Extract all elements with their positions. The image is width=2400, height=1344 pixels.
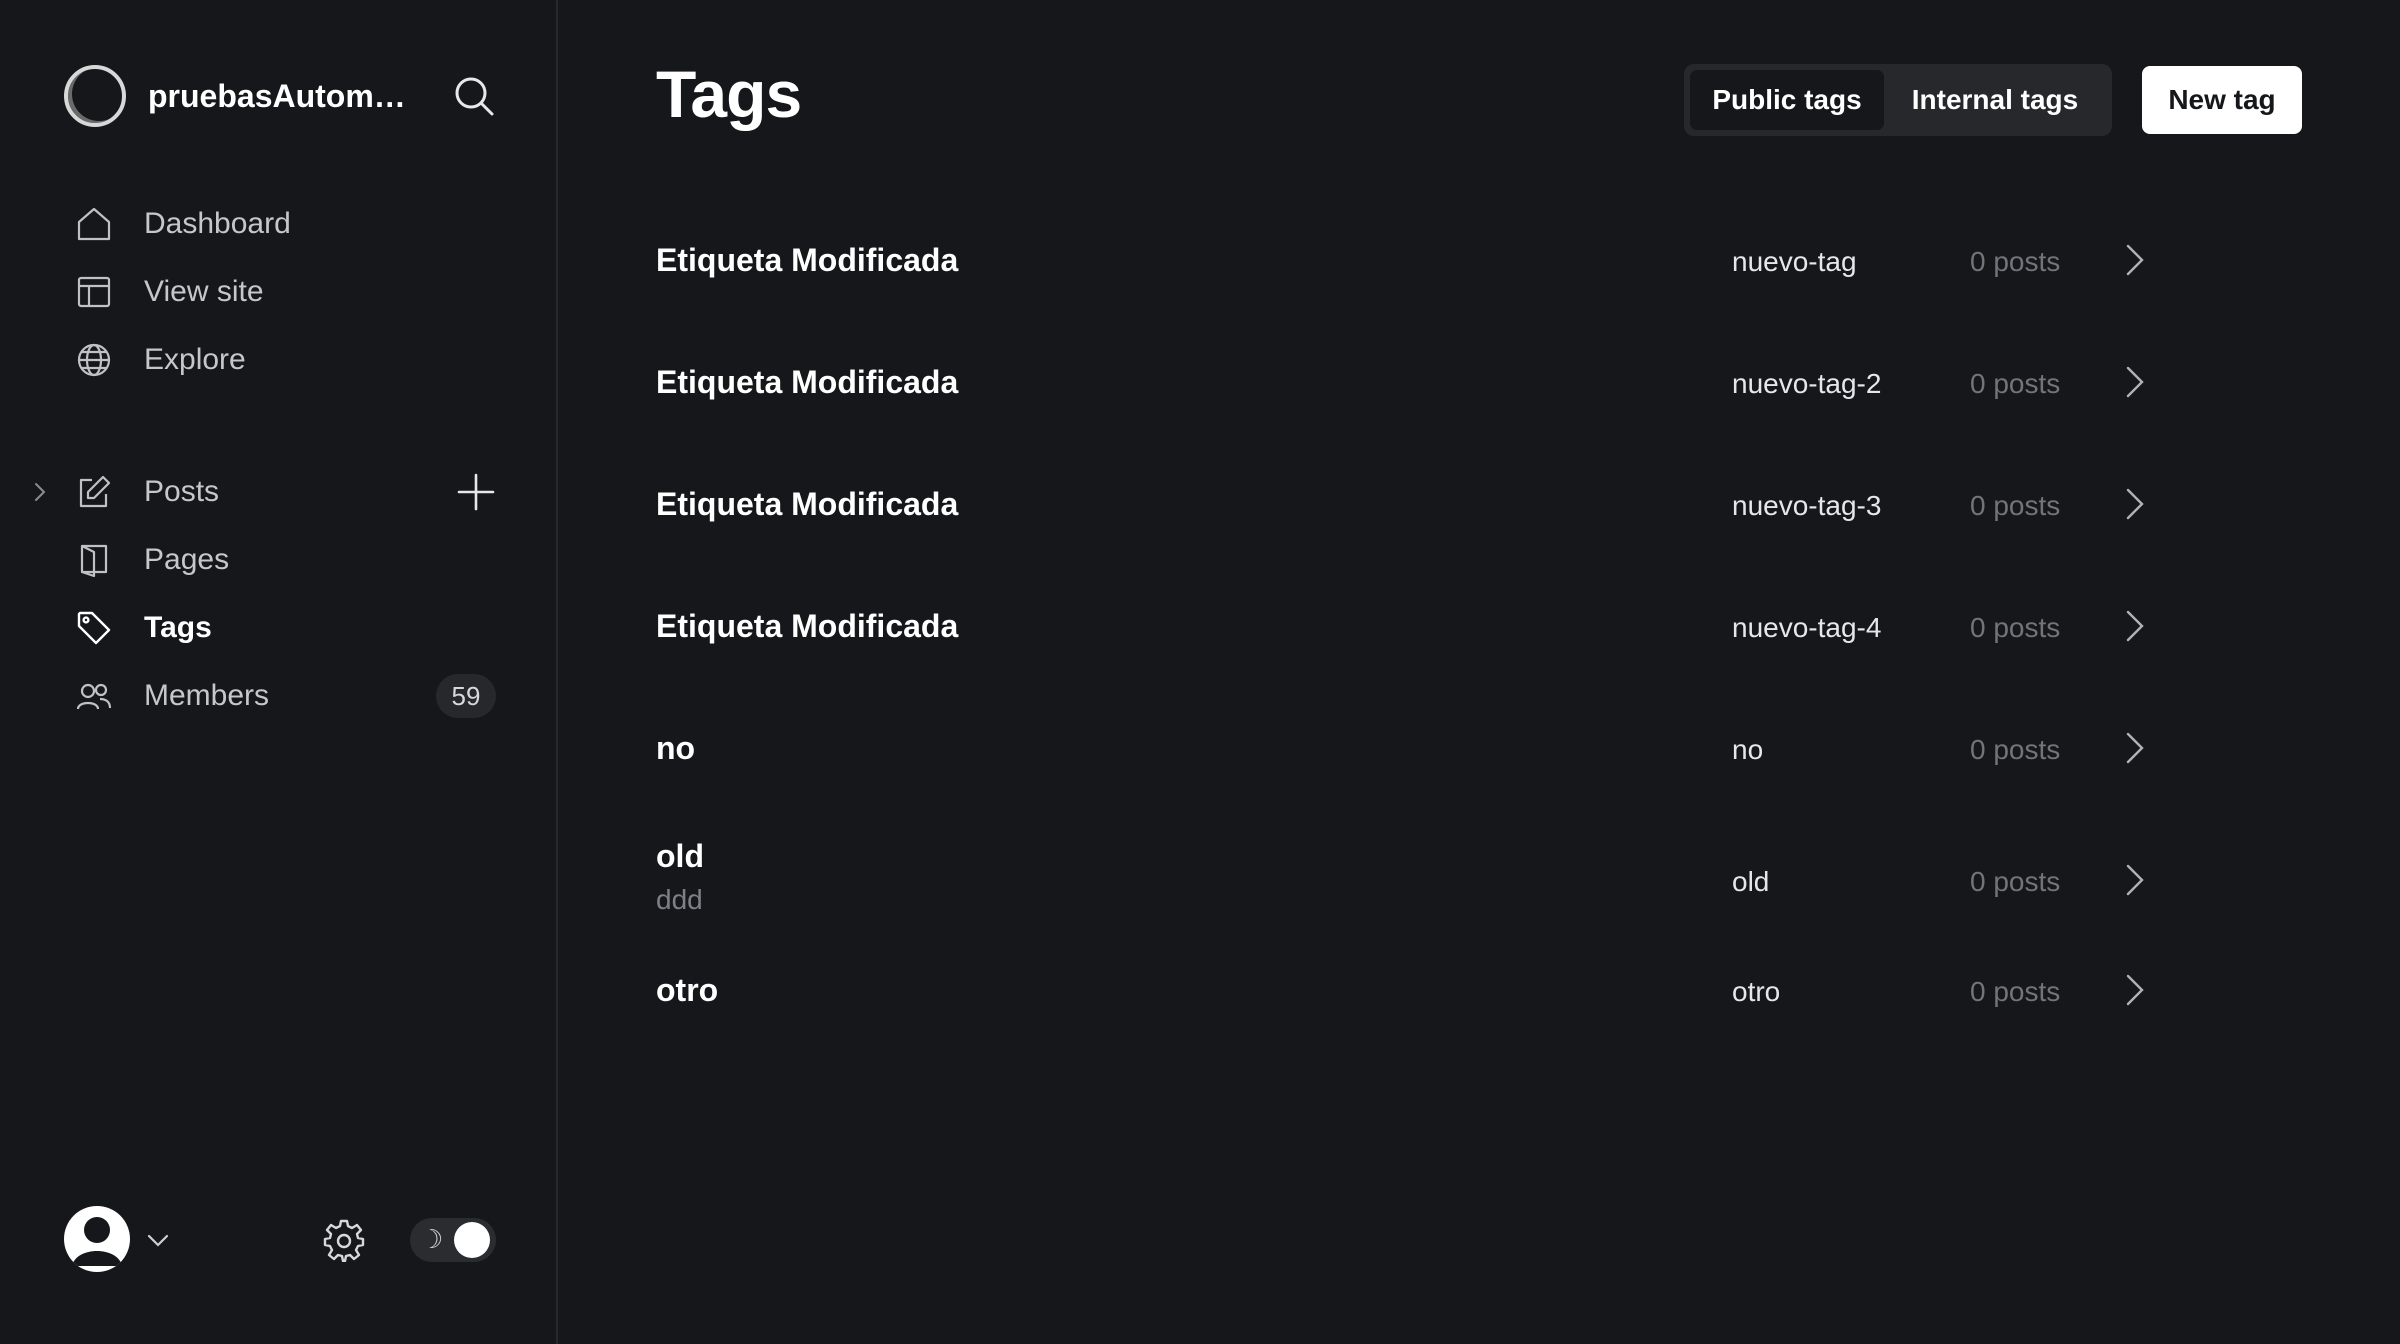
tag-row[interactable]: Etiqueta Modificada nuevo-tag 0 posts: [656, 200, 2266, 322]
add-post-plus-icon[interactable]: [456, 472, 496, 512]
tag-row[interactable]: Etiqueta Modificada nuevo-tag-4 0 posts: [656, 566, 2266, 688]
tag-slug: nuevo-tag-4: [1732, 612, 1882, 643]
tag-list: Etiqueta Modificada nuevo-tag 0 posts Et…: [656, 200, 2366, 1068]
tag-row[interactable]: no no 0 posts: [656, 688, 2266, 810]
tag-name: Etiqueta Modificada: [656, 486, 959, 522]
pages-icon: [76, 542, 112, 578]
tag-name: Etiqueta Modificada: [656, 364, 959, 400]
tag-slug: otro: [1732, 976, 1781, 1007]
tag-post-count: 0 posts: [1970, 612, 2061, 643]
sidebar-item-members[interactable]: Members 59: [0, 662, 558, 730]
tag-post-count: 0 posts: [1970, 976, 2061, 1007]
site-logo-icon: [64, 65, 126, 127]
tag-name: no: [656, 730, 696, 766]
tag-post-count: 0 posts: [1970, 734, 2061, 765]
sidebar-item-label: Members: [144, 679, 270, 712]
tag-name: old: [656, 838, 704, 874]
tab-public-tags[interactable]: Public tags: [1690, 70, 1884, 130]
sidebar-item-label: Pages: [144, 543, 230, 576]
tag-icon: [76, 610, 112, 646]
edit-icon: [76, 474, 112, 510]
chevron-right-icon: [2122, 608, 2148, 644]
tag-name: Etiqueta Modificada: [656, 242, 959, 278]
home-icon: [76, 206, 112, 242]
tag-description: ddd: [656, 884, 703, 915]
chevron-right-icon[interactable]: [28, 480, 52, 504]
toggle-knob: [454, 1222, 490, 1258]
chevron-right-icon: [2122, 862, 2148, 898]
site-name: pruebasAutomatizadas: [148, 77, 412, 114]
sidebar: pruebasAutomatizadas Dashboard: [0, 0, 558, 1344]
tag-row[interactable]: Etiqueta Modificada nuevo-tag-2 0 posts: [656, 322, 2266, 444]
nav-top: Dashboard View site Explore: [0, 190, 558, 394]
tab-internal-tags[interactable]: Internal tags: [1884, 70, 2106, 130]
chevron-right-icon: [2122, 730, 2148, 766]
tag-post-count: 0 posts: [1970, 866, 2061, 897]
chevron-right-icon: [2122, 242, 2148, 278]
layout-icon: [76, 274, 112, 310]
tag-row[interactable]: old ddd old 0 posts: [656, 810, 2266, 946]
sidebar-item-label: Explore: [144, 343, 246, 376]
theme-toggle[interactable]: ☽: [410, 1218, 496, 1262]
sidebar-item-label: View site: [144, 275, 264, 308]
tag-slug: nuevo-tag-2: [1732, 368, 1882, 399]
tag-slug: no: [1732, 734, 1764, 765]
tag-slug: nuevo-tag-3: [1732, 490, 1882, 521]
sidebar-item-posts[interactable]: Posts: [0, 458, 558, 526]
tag-row[interactable]: otro otro 0 posts: [656, 946, 2266, 1068]
sidebar-item-view-site[interactable]: View site: [0, 258, 558, 326]
tag-post-count: 0 posts: [1970, 490, 2061, 521]
app-shell: pruebasAutomatizadas Dashboard: [0, 0, 2400, 1344]
globe-icon: [76, 342, 112, 378]
new-tag-button[interactable]: New tag: [2142, 66, 2302, 134]
chevron-down-icon[interactable]: [144, 1226, 172, 1254]
page-title: Tags: [656, 57, 802, 131]
tag-slug: old: [1732, 866, 1770, 897]
search-icon[interactable]: [452, 74, 496, 118]
tag-post-count: 0 posts: [1970, 368, 2061, 399]
avatar[interactable]: [64, 1206, 130, 1272]
sidebar-item-pages[interactable]: Pages: [0, 526, 558, 594]
tag-slug: nuevo-tag: [1732, 246, 1857, 277]
sidebar-item-label: Tags: [144, 611, 212, 644]
sidebar-item-label: Dashboard: [144, 207, 291, 240]
gear-icon[interactable]: [322, 1218, 366, 1263]
sidebar-footer: ☽: [64, 1206, 504, 1272]
sidebar-item-dashboard[interactable]: Dashboard: [0, 190, 558, 258]
members-count-badge: 59: [436, 674, 496, 718]
tag-name: Etiqueta Modificada: [656, 608, 959, 644]
chevron-right-icon: [2122, 364, 2148, 400]
main-content: Tags Public tags Internal tags New tag E…: [558, 0, 2400, 1344]
tag-name: otro: [656, 972, 719, 1008]
tag-type-switcher: Public tags Internal tags: [1684, 64, 2112, 136]
chevron-right-icon: [2122, 486, 2148, 522]
tag-row[interactable]: Etiqueta Modificada nuevo-tag-3 0 posts: [656, 444, 2266, 566]
moon-icon: ☽: [420, 1225, 444, 1255]
sidebar-item-explore[interactable]: Explore: [0, 326, 558, 394]
sidebar-item-label: Posts: [144, 475, 220, 508]
nav-main: Posts Pages Tags Members 59: [0, 458, 558, 730]
sidebar-item-tags[interactable]: Tags: [0, 594, 558, 662]
chevron-right-icon: [2122, 972, 2148, 1008]
tag-post-count: 0 posts: [1970, 246, 2061, 277]
members-icon: [76, 678, 112, 714]
site-brand[interactable]: pruebasAutomatizadas: [64, 64, 412, 128]
